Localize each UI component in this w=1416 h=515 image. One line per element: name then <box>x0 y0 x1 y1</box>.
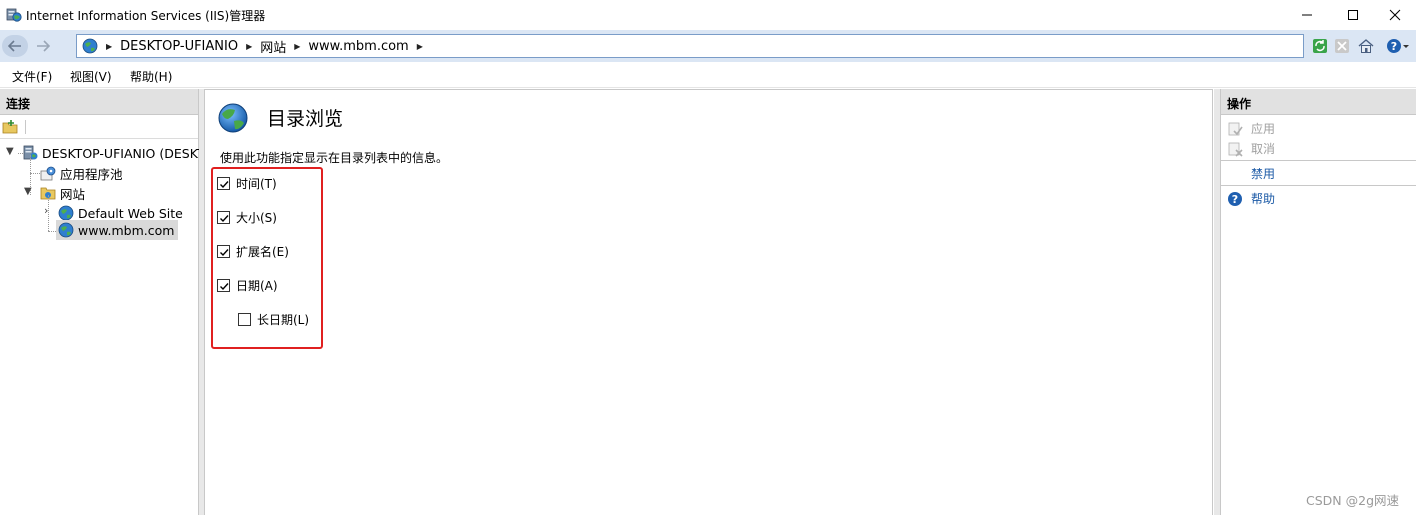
toolbar-divider <box>25 120 26 134</box>
action-help-label: 帮助 <box>1251 192 1276 206</box>
globe-icon <box>58 205 74 221</box>
checkmark-icon <box>220 181 229 189</box>
action-apply-label: 应用 <box>1251 122 1276 136</box>
globe-icon <box>58 222 74 238</box>
svg-text:?: ? <box>1391 40 1397 53</box>
arrow-right-icon <box>37 40 50 52</box>
option-long-date[interactable]: 长日期(L) <box>238 311 309 328</box>
svg-text:?: ? <box>1232 193 1238 206</box>
refresh-icon <box>1313 39 1327 53</box>
refresh-button[interactable] <box>1310 36 1330 56</box>
help-icon: ? <box>1387 39 1401 53</box>
iis-manager-window: Internet Information Services (IIS)管理器 ▶… <box>0 0 1416 515</box>
minimize-icon <box>1302 14 1312 16</box>
action-disable[interactable]: 禁用 <box>1251 165 1275 182</box>
tree-label-selected-site: www.mbm.com <box>78 222 175 238</box>
tree-label-server: DESKTOP-UFIANIO (DESKT <box>42 145 205 161</box>
title-bar: Internet Information Services (IIS)管理器 <box>0 0 1416 30</box>
forward-button[interactable] <box>30 35 56 57</box>
breadcrumb-separator-icon[interactable]: ▶ <box>294 42 300 51</box>
action-cancel[interactable]: 取消 <box>1227 140 1275 157</box>
app-pool-icon <box>40 166 56 181</box>
tree-label-sites: 网站 <box>60 186 86 202</box>
breadcrumb-separator-icon[interactable]: ▶ <box>246 42 252 51</box>
option-label: 日期(A) <box>236 279 278 293</box>
checkbox-time[interactable] <box>217 177 230 190</box>
option-extension[interactable]: 扩展名(E) <box>217 243 289 260</box>
action-cancel-label: 取消 <box>1251 142 1276 156</box>
menu-file[interactable]: 文件(F) <box>12 68 52 85</box>
option-label: 时间(T) <box>236 177 277 191</box>
menu-help[interactable]: 帮助(H) <box>130 68 172 85</box>
actions-divider <box>1221 160 1416 161</box>
tree-label-default-site: Default Web Site <box>78 205 183 221</box>
stop-button[interactable] <box>1332 36 1352 56</box>
checkbox-long-date[interactable] <box>238 313 251 326</box>
checkmark-icon <box>220 215 229 223</box>
option-size[interactable]: 大小(S) <box>217 209 277 226</box>
option-label: 大小(S) <box>236 211 277 225</box>
help-dropdown-button[interactable]: ? <box>1384 36 1412 56</box>
collapse-chevron-icon[interactable]: ▼ <box>24 186 32 197</box>
tree-label-app-pools: 应用程序池 <box>60 166 123 182</box>
connections-panel: 连接 ▼ DESKTOP-UFIANIO (DESKT 应用程序池 ▼ 网站 ›… <box>0 89 205 515</box>
checkbox-extension[interactable] <box>217 245 230 258</box>
menu-view[interactable]: 视图(V) <box>70 68 112 85</box>
checkmark-icon <box>220 249 229 257</box>
globe-icon <box>82 38 98 54</box>
globe-icon <box>218 103 248 133</box>
checkbox-date[interactable] <box>217 279 230 292</box>
breadcrumb-separator-icon[interactable]: ▶ <box>417 42 423 51</box>
breadcrumb-sites[interactable]: 网站 <box>260 37 286 56</box>
option-label: 扩展名(E) <box>236 245 289 259</box>
iis-app-icon <box>6 8 22 22</box>
tree-node-selected-site[interactable]: www.mbm.com <box>56 220 179 240</box>
home-icon <box>1358 39 1374 53</box>
tree-node-app-pools[interactable]: 应用程序池 <box>40 163 123 183</box>
minimize-button[interactable] <box>1284 0 1330 30</box>
maximize-icon <box>1348 10 1358 20</box>
breadcrumb-site[interactable]: www.mbm.com <box>308 39 408 54</box>
checkmark-icon <box>220 283 229 291</box>
new-connection-icon[interactable] <box>2 119 18 135</box>
feature-title: 目录浏览 <box>267 108 344 130</box>
breadcrumb-separator-icon[interactable]: ▶ <box>106 42 112 51</box>
feature-description: 使用此功能指定显示在目录列表中的信息。 <box>220 151 449 165</box>
checkbox-size[interactable] <box>217 211 230 224</box>
option-label: 长日期(L) <box>257 313 310 327</box>
collapse-chevron-icon[interactable]: ▼ <box>6 146 14 157</box>
tree-node-sites[interactable]: 网站 <box>40 183 85 203</box>
arrow-left-icon <box>8 40 21 52</box>
address-bar[interactable]: ▶ DESKTOP-UFIANIO ▶ 网站 ▶ www.mbm.com ▶ <box>76 34 1304 58</box>
help-icon: ? <box>1228 191 1242 206</box>
connections-header: 连接 <box>0 89 198 115</box>
back-button[interactable] <box>2 35 28 57</box>
option-time[interactable]: 时间(T) <box>217 175 277 192</box>
cancel-icon <box>1228 142 1243 157</box>
action-help[interactable]: ? 帮助 <box>1227 190 1275 207</box>
chevron-down-icon <box>1403 45 1409 48</box>
close-button[interactable] <box>1372 0 1416 30</box>
expand-chevron-icon[interactable]: › <box>44 204 48 217</box>
navigation-bar: ▶ DESKTOP-UFIANIO ▶ 网站 ▶ www.mbm.com ▶ ? <box>0 30 1416 62</box>
watermark: CSDN @2g网速 <box>1306 493 1399 508</box>
close-icon <box>1389 9 1401 21</box>
menu-bar: 文件(F) 视图(V) 帮助(H) <box>0 62 1416 88</box>
window-title: Internet Information Services (IIS)管理器 <box>26 9 266 23</box>
action-disable-label: 禁用 <box>1251 167 1276 181</box>
option-date[interactable]: 日期(A) <box>217 277 278 294</box>
actions-panel: 操作 应用 取消 禁用 ? 帮助 <box>1220 89 1416 515</box>
breadcrumb-server[interactable]: DESKTOP-UFIANIO <box>120 39 238 54</box>
maximize-button[interactable] <box>1330 0 1376 30</box>
apply-icon <box>1228 122 1243 135</box>
stop-icon <box>1335 39 1349 53</box>
feature-panel: 目录浏览 使用此功能指定显示在目录列表中的信息。 时间(T) 大小(S) 扩展名… <box>204 89 1213 515</box>
actions-header: 操作 <box>1221 89 1416 115</box>
home-button[interactable] <box>1356 36 1376 56</box>
tree-node-server[interactable]: DESKTOP-UFIANIO (DESKT <box>22 143 205 163</box>
connections-toolbar <box>0 115 198 139</box>
action-apply[interactable]: 应用 <box>1227 120 1275 137</box>
actions-divider <box>1221 185 1416 186</box>
